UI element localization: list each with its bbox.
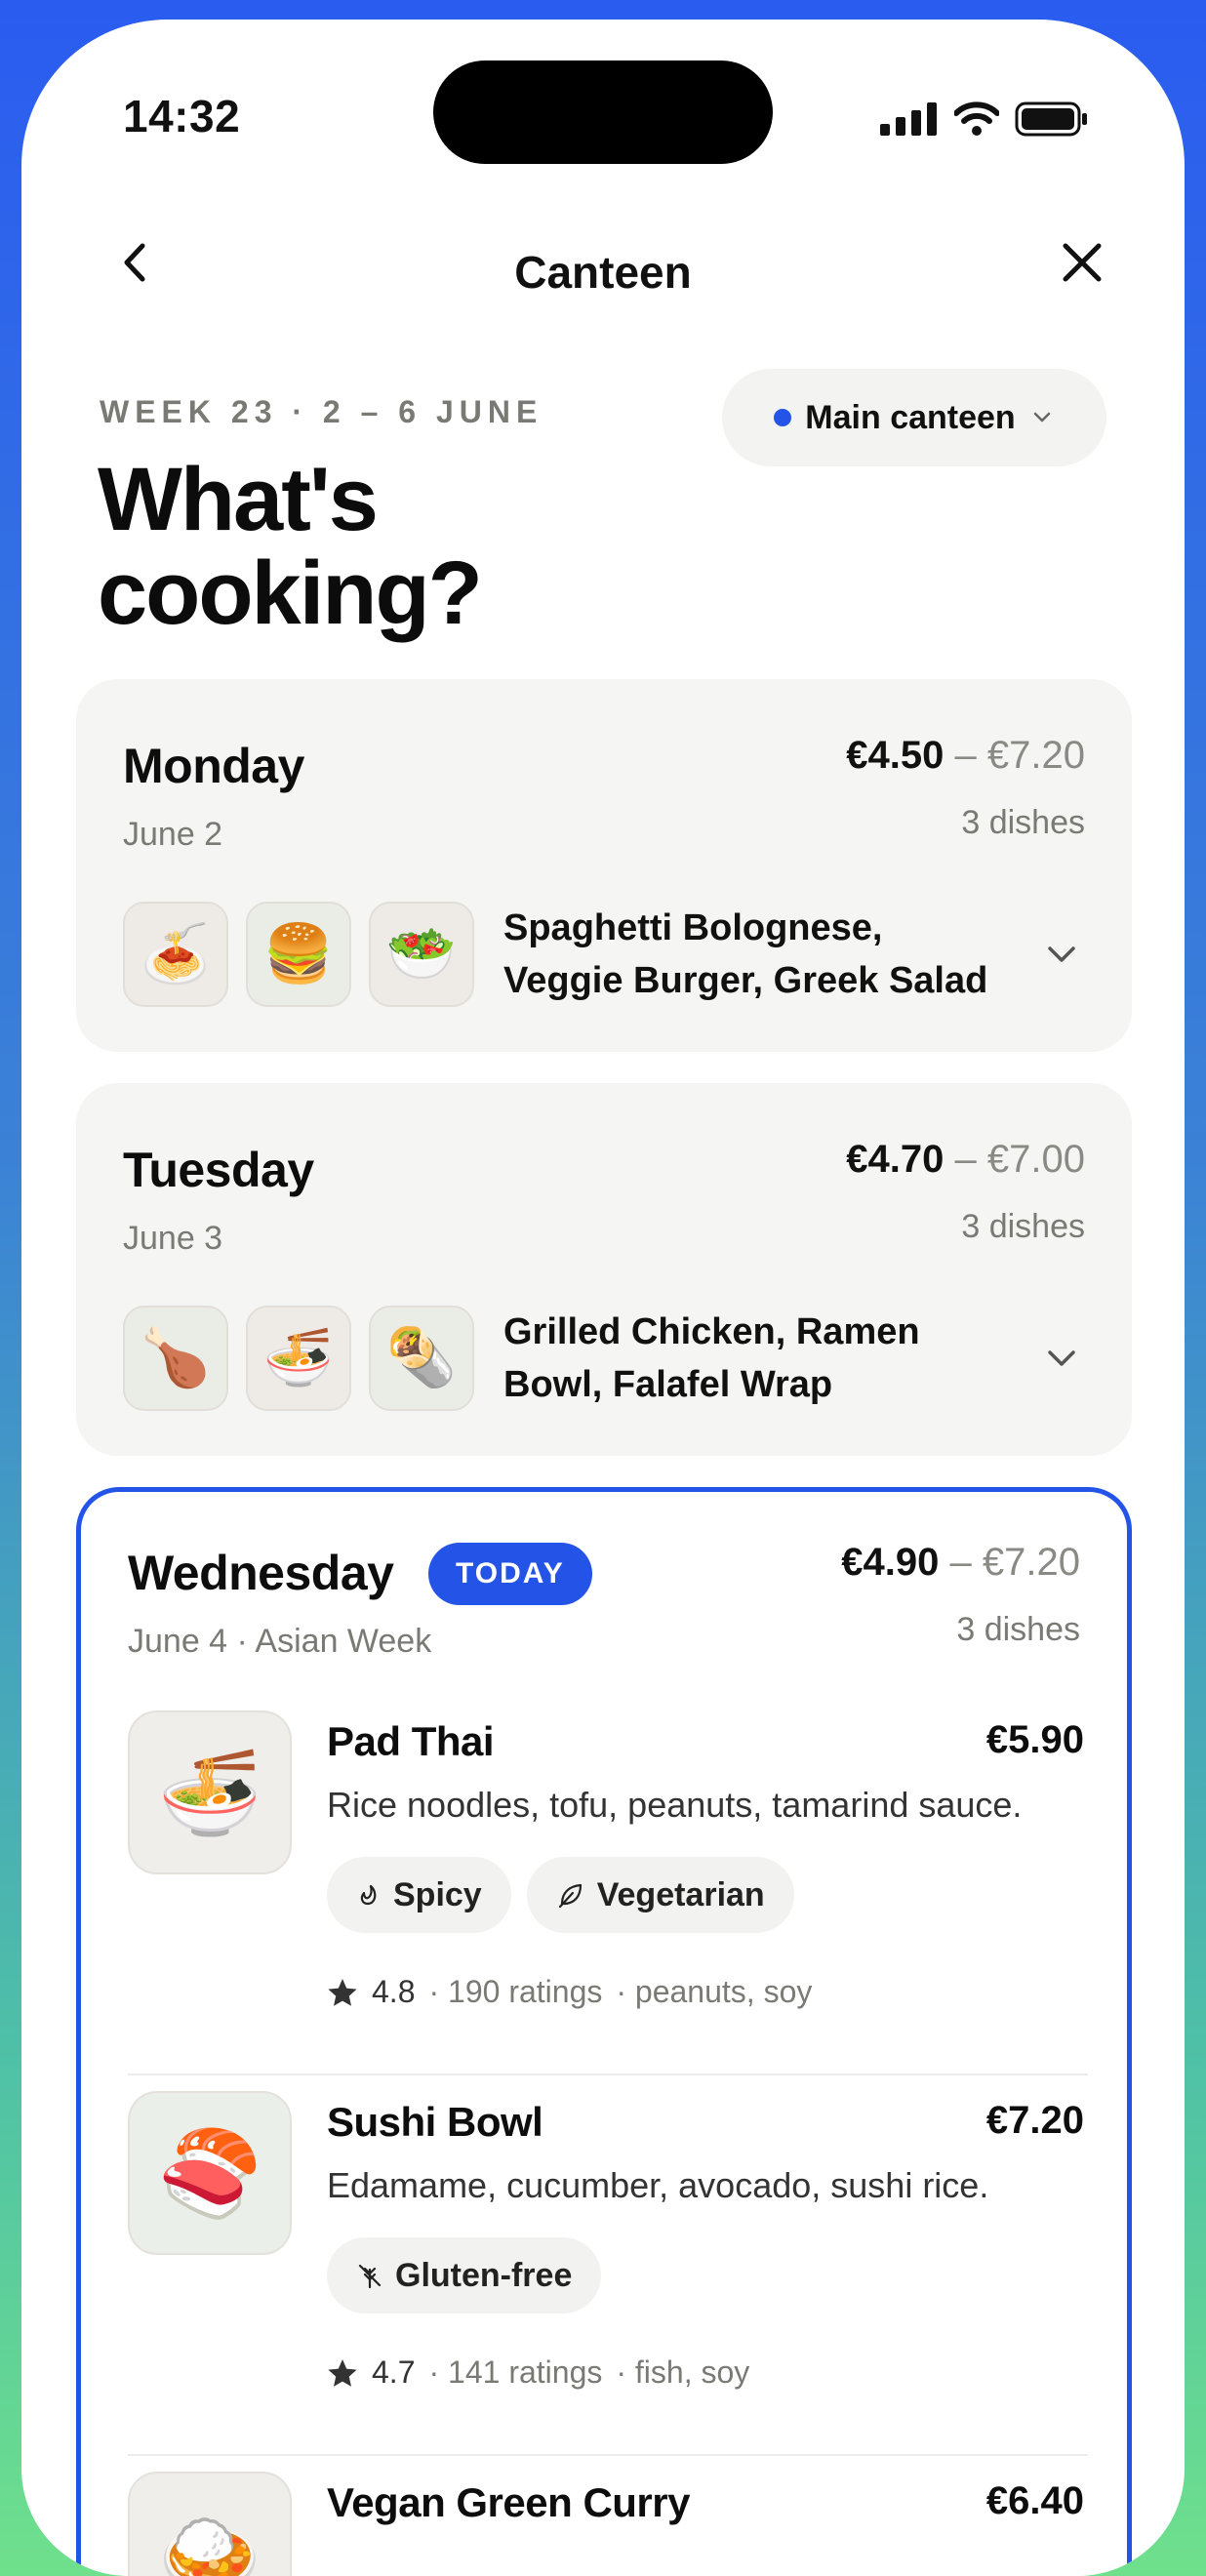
- dish-thumbnail: 🍔: [246, 902, 351, 1007]
- dish-price: €5.90: [985, 1718, 1084, 1761]
- close-button[interactable]: [1056, 236, 1108, 289]
- dish-image: 🍛: [128, 2472, 292, 2576]
- dish-item-sushi-bowl[interactable]: 🍣 Sushi Bowl €7.20 Edamame, cucumber, av…: [128, 2091, 1084, 2413]
- dynamic-island: [433, 60, 773, 164]
- chevron-down-icon[interactable]: [1042, 1339, 1081, 1378]
- ratings-count: · 141 ratings: [428, 2355, 603, 2390]
- page-title: Canteen: [514, 247, 692, 298]
- day-name: Wednesday: [128, 1546, 394, 1600]
- price-range: €4.90 – €7.20: [841, 1541, 1080, 1584]
- dish-tags: Gluten-free: [327, 2237, 602, 2314]
- price-max: €7.20: [986, 734, 1085, 777]
- dish-price: €6.40: [985, 2479, 1084, 2522]
- day-name: Tuesday: [123, 1143, 314, 1197]
- dish-thumbnail: 🥗: [369, 902, 474, 1007]
- day-card-wednesday[interactable]: Wednesday TODAY June 4 · Asian Week €4.9…: [76, 1487, 1132, 2576]
- dish-meta: 4.8 · 190 ratings · peanuts, soy: [327, 1974, 812, 2010]
- dish-name: Vegan Green Curry: [327, 2479, 690, 2525]
- dish-tags: Spicy Vegetarian: [327, 1857, 794, 1933]
- dish-summary: Grilled Chicken, Ramen Bowl, Falafel Wra…: [503, 1311, 920, 1405]
- status-time: 14:32: [123, 91, 241, 141]
- today-badge: TODAY: [428, 1543, 592, 1605]
- dish-thumbnail: 🍜: [246, 1306, 351, 1411]
- ratings-count: · 190 ratings: [428, 1974, 603, 2009]
- dish-count: 3 dishes: [961, 1208, 1085, 1245]
- close-icon: [1063, 243, 1102, 282]
- tag-label: Vegetarian: [596, 1875, 765, 1913]
- wifi-icon: [954, 101, 999, 136]
- leaf-icon: [558, 1883, 582, 1909]
- canteen-selector-label: Main canteen: [805, 398, 1016, 436]
- dish-thumbnail: 🍝: [123, 902, 228, 1007]
- dish-description: Rice noodles, tofu, peanuts, tamarind sa…: [327, 1785, 1023, 1825]
- day-date: June 4 · Asian Week: [128, 1623, 432, 1660]
- status-icons: [880, 94, 1089, 144]
- tag-gluten-free: Gluten-free: [327, 2237, 602, 2314]
- day-name: Monday: [123, 739, 304, 793]
- chevron-down-icon[interactable]: [1042, 935, 1081, 974]
- price-min: €4.70: [846, 1138, 945, 1181]
- dish-image: 🍜: [128, 1711, 292, 1874]
- tag-label: Spicy: [393, 1875, 482, 1913]
- tag-vegetarian: Vegetarian: [526, 1857, 794, 1933]
- canteen-selector[interactable]: Main canteen: [722, 369, 1106, 466]
- allergens: · peanuts, soy: [616, 1974, 813, 2009]
- dish-count: 3 dishes: [961, 804, 1085, 841]
- dish-thumbnail: 🍗: [123, 1306, 228, 1411]
- dish-summary: Spaghetti Bolognese, Veggie Burger, Gree…: [503, 907, 988, 1001]
- dish-rating: 4.8: [372, 1974, 416, 2009]
- dish-description: Edamame, cucumber, avocado, sushi rice.: [327, 2165, 989, 2205]
- tag-label: Gluten-free: [395, 2256, 573, 2294]
- dish-name: Sushi Bowl: [327, 2099, 543, 2145]
- star-icon: [328, 2358, 357, 2387]
- price-min: €4.50: [846, 734, 945, 777]
- signal-icon: [880, 102, 937, 136]
- dish-thumbnail: 🌯: [369, 1306, 474, 1411]
- week-label: WEEK 23 · 2 – 6 JUNE: [100, 394, 543, 429]
- dish-price: €7.20: [985, 2099, 1084, 2142]
- headline: What's cooking?: [98, 450, 483, 643]
- chevron-down-icon: [1033, 412, 1050, 423]
- price-range: €4.70 – €7.00: [846, 1138, 1085, 1181]
- price-max: €7.20: [982, 1541, 1080, 1584]
- allergens: · fish, soy: [616, 2355, 750, 2390]
- dish-item-pad-thai[interactable]: 🍜 Pad Thai €5.90 Rice noodles, tofu, pea…: [128, 1711, 1084, 2033]
- star-icon: [328, 1978, 357, 2006]
- divider: [128, 2454, 1088, 2456]
- divider: [128, 2073, 1088, 2075]
- dish-meta: 4.7 · 141 ratings · fish, soy: [327, 2355, 749, 2391]
- day-date: June 2: [123, 816, 223, 853]
- day-card-tuesday[interactable]: Tuesday June 3 €4.70 – €7.00 3 dishes 🍗 …: [76, 1083, 1132, 1456]
- status-dot: [774, 409, 792, 426]
- phone-screen: 14:32 Canteen WEEK 23 · 2 – 6 JUNE What'…: [21, 20, 1185, 2576]
- price-min: €4.90: [841, 1541, 940, 1584]
- tag-spicy: Spicy: [327, 1857, 511, 1933]
- dish-rating: 4.7: [372, 2355, 416, 2390]
- dish-item-vegan-green-curry[interactable]: 🍛 Vegan Green Curry €6.40: [128, 2472, 1084, 2576]
- flame-icon: [360, 1884, 377, 1906]
- day-date: June 3: [123, 1220, 223, 1257]
- price-range: €4.50 – €7.20: [846, 734, 1085, 777]
- dish-image: 🍣: [128, 2091, 292, 2255]
- wheat-off-icon: [358, 2264, 382, 2289]
- dish-name: Pad Thai: [327, 1718, 495, 1764]
- battery-icon: [1015, 101, 1087, 137]
- day-card-monday[interactable]: Monday June 2 €4.50 – €7.20 3 dishes 🍝 🍔…: [76, 679, 1132, 1052]
- price-max: €7.00: [986, 1138, 1085, 1181]
- dish-count: 3 dishes: [956, 1611, 1080, 1648]
